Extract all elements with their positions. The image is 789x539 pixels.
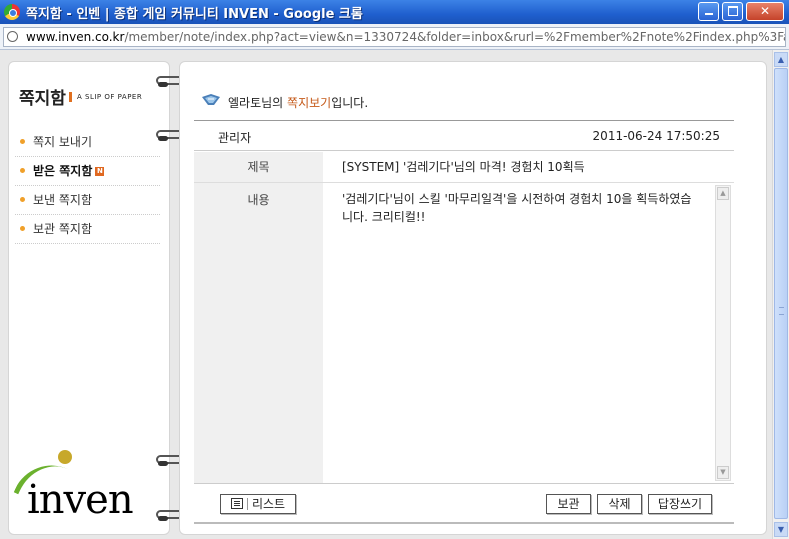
note-sidebar: 쪽지함 A SLIP OF PAPER 쪽지 보내기 받은 쪽지함 N 보낸 쪽지… — [8, 61, 170, 535]
inven-logo[interactable]: inven — [13, 447, 159, 523]
bullet-icon — [20, 197, 25, 202]
sidebar-item-label: 보관 쪽지함 — [33, 222, 93, 236]
page-scrollbar[interactable]: ▲ ▼ — [772, 50, 789, 539]
address-bar: www.inven.co.kr/member/note/index.php?ac… — [0, 24, 789, 50]
note-menu: 쪽지 보내기 받은 쪽지함 N 보낸 쪽지함 보관 쪽지함 — [15, 128, 160, 244]
list-button[interactable]: 리스트 — [220, 494, 296, 514]
window-titlebar: 쪽지함 - 인벤 | 종합 게임 커뮤니티 INVEN - Google 크롬 … — [0, 0, 789, 24]
window-title: 쪽지함 - 인벤 | 종합 게임 커뮤니티 INVEN - Google 크롬 — [26, 7, 363, 22]
sidebar-item-label: 쪽지 보내기 — [33, 135, 93, 149]
chrome-icon — [4, 4, 20, 20]
sender-row: 관리자 2011-06-24 17:50:25 — [194, 121, 734, 151]
sidebar-subtitle: A SLIP OF PAPER — [77, 93, 143, 101]
scroll-grip-icon — [779, 307, 784, 315]
new-badge: N — [95, 167, 105, 176]
scroll-up-arrow-icon[interactable]: ▲ — [717, 187, 729, 200]
content-scrollbar[interactable]: ▲ ▼ — [715, 185, 731, 481]
logo-dot — [58, 450, 72, 464]
subject-value: [SYSTEM] '검레기다'님의 마격! 경험치 10획득 — [342, 160, 585, 174]
minimize-icon — [704, 13, 713, 15]
maximize-icon — [727, 6, 738, 16]
content-row: 내용 '검레기다'님이 스킬 '마무리일격'을 시전하여 경험치 10을 획득하… — [194, 183, 734, 484]
content-text: '검레기다'님이 스킬 '마무리일격'을 시전하여 경험치 10을 획득하였습니… — [342, 192, 692, 224]
bullet-icon — [20, 168, 25, 173]
note-header: 엘라토님의 쪽지보기입니다. — [228, 94, 368, 111]
sidebar-item-sent[interactable]: 보낸 쪽지함 — [15, 186, 160, 215]
button-separator — [246, 498, 248, 510]
url-path: /member/note/index.php?act=view&n=133072… — [124, 30, 786, 44]
delete-button[interactable]: 삭제 — [597, 494, 642, 514]
bullet-icon — [20, 139, 25, 144]
sidebar-title-accent — [69, 92, 72, 102]
scroll-thumb[interactable] — [774, 68, 788, 519]
sidebar-item-label: 보낸 쪽지함 — [33, 193, 93, 207]
list-icon — [230, 498, 243, 509]
page-info-icon[interactable] — [7, 31, 18, 42]
sidebar-item-send-note[interactable]: 쪽지 보내기 — [15, 128, 160, 157]
header-suffix: 님의 — [261, 96, 288, 110]
reply-button[interactable]: 답장쓰기 — [648, 494, 712, 514]
close-button[interactable]: ✕ — [746, 2, 784, 21]
subject-row: 제목 [SYSTEM] '검레기다'님의 마격! 경험치 10획득 — [194, 152, 734, 183]
maximize-button[interactable] — [722, 2, 743, 21]
header-link: 쪽지보기 — [287, 96, 332, 110]
content-label: 내용 — [194, 183, 323, 483]
minimize-button[interactable] — [698, 2, 719, 21]
sidebar-item-label: 받은 쪽지함 — [33, 164, 93, 178]
bullet-icon — [20, 226, 25, 231]
archive-button[interactable]: 보관 — [546, 494, 591, 514]
scroll-down-arrow-icon[interactable]: ▼ — [717, 466, 729, 479]
sent-date: 2011-06-24 17:50:25 — [592, 129, 720, 143]
header-suffix-end: 입니다. — [331, 96, 369, 110]
note-view: 엘라토님의 쪽지보기입니다. 관리자 2011-06-24 17:50:25 제… — [179, 61, 767, 535]
scroll-up-arrow-icon[interactable]: ▲ — [774, 52, 788, 67]
url-text: www.inven.co.kr/member/note/index.php?ac… — [26, 30, 786, 44]
url-field[interactable]: www.inven.co.kr/member/note/index.php?ac… — [3, 27, 786, 47]
logo-wordmark: inven — [27, 477, 134, 523]
subject-label: 제목 — [194, 152, 323, 182]
header-nickname: 엘라토 — [228, 96, 262, 110]
divider — [194, 522, 734, 524]
sender-name[interactable]: 관리자 — [218, 129, 251, 146]
close-icon: ✕ — [759, 4, 771, 18]
scroll-down-arrow-icon[interactable]: ▼ — [774, 522, 788, 537]
sidebar-item-archive[interactable]: 보관 쪽지함 — [15, 215, 160, 244]
url-host: www.inven.co.kr — [26, 30, 125, 44]
envelope-wing-icon — [202, 94, 220, 105]
sidebar-item-inbox[interactable]: 받은 쪽지함 N — [15, 157, 160, 186]
list-button-label: 리스트 — [251, 497, 286, 511]
sidebar-title: 쪽지함 — [19, 89, 66, 109]
